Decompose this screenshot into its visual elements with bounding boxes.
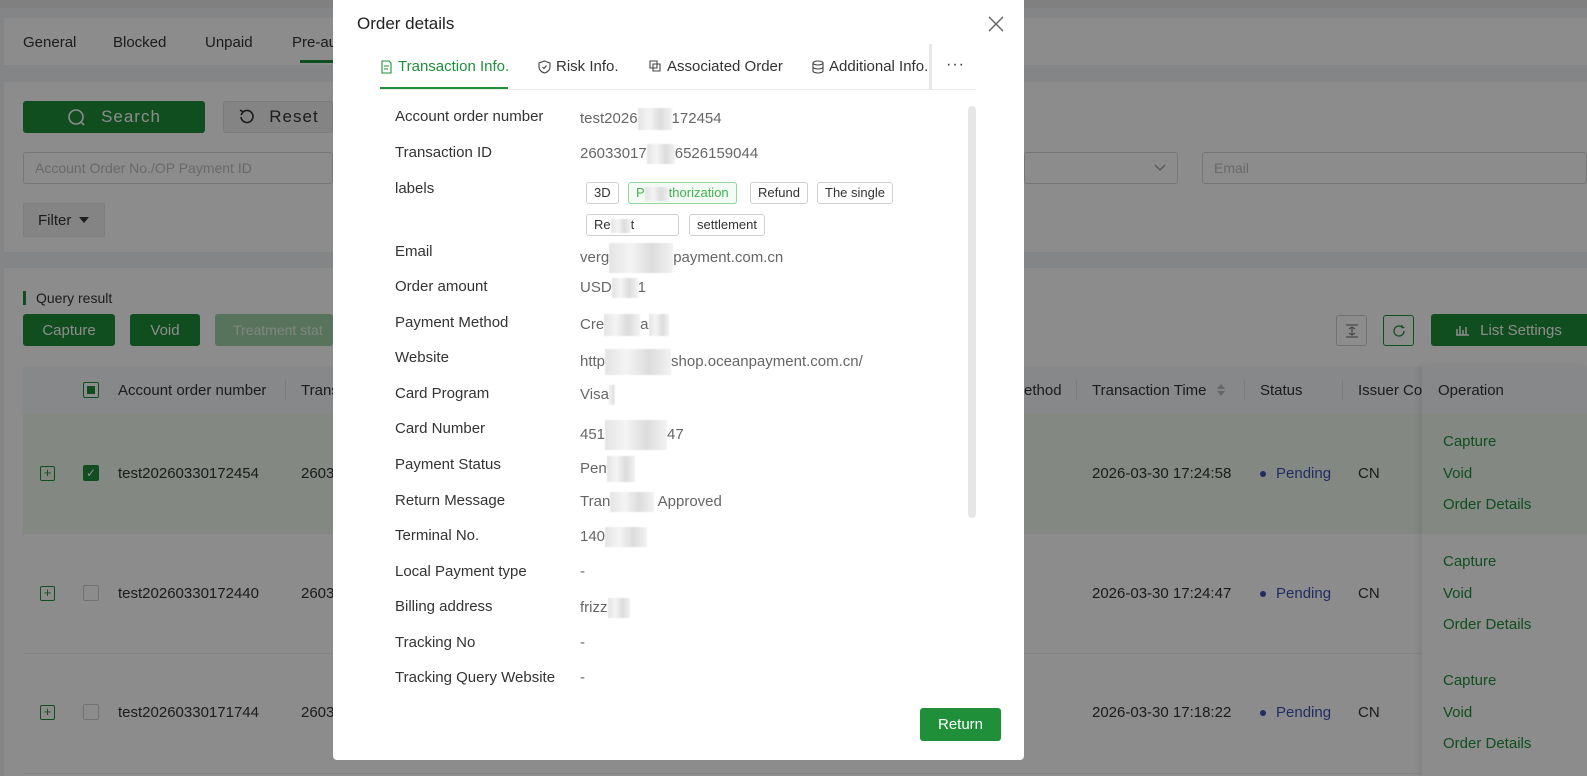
redaction-mask [610, 218, 631, 233]
tab-additional-info-label: Additional Info. [829, 58, 929, 75]
order-details-modal: Order details Transaction Info. Risk Inf… [333, 0, 1024, 760]
value-part: 47 [667, 425, 684, 443]
value-part: http [580, 352, 606, 370]
field-label: Tracking Query Website [395, 669, 556, 686]
redaction-mask [605, 420, 668, 450]
field-value: Pen [580, 456, 635, 482]
label-tag-the-single: The single [817, 182, 893, 204]
redaction-mask [637, 108, 672, 130]
value-part: 26033017 [580, 144, 647, 162]
tag-part: P [636, 185, 645, 200]
scrollbar[interactable] [968, 106, 976, 518]
label-tag-refund: Refund [750, 182, 808, 204]
database-icon [812, 59, 824, 74]
close-icon[interactable] [986, 14, 1006, 34]
field-label: Local Payment type [395, 563, 527, 580]
value-part: test2026 [580, 109, 638, 127]
value-part: 451 [580, 425, 606, 443]
redaction-mask [611, 278, 638, 298]
value-part: USD [580, 278, 612, 296]
value-part: Visa [580, 385, 609, 403]
field-value: 140 [580, 527, 648, 547]
field-value: http shop.oceanpayment.com.cn/ [580, 349, 863, 375]
value-part: frizz [580, 598, 608, 616]
redaction-mask [607, 598, 630, 618]
tab-scroll-shadow [929, 44, 932, 90]
copy-icon [649, 60, 661, 72]
document-icon [381, 59, 392, 74]
value-part: 172454 [671, 109, 722, 127]
field-value: Cre a [580, 314, 669, 336]
field-label: Return Message [395, 492, 506, 509]
field-label: Email [395, 243, 433, 260]
tab-transaction-info[interactable]: Transaction Info. [380, 58, 509, 75]
redaction-mask [644, 186, 669, 201]
redaction-mask [648, 314, 669, 336]
tab-associated-order-label: Associated Order [667, 58, 783, 75]
redaction-mask [604, 314, 641, 336]
label-tag-settlement: settlement [689, 214, 765, 236]
field-label: Payment Status [395, 456, 501, 473]
field-label: Transaction ID [395, 144, 492, 161]
redaction-mask [646, 144, 675, 164]
value-part: 140 [580, 527, 606, 545]
label-tag-redacted: Re t [586, 214, 679, 236]
value-part: shop.oceanpayment.com.cn/ [671, 352, 863, 370]
redaction-mask [609, 243, 674, 273]
value-part: a [640, 315, 649, 333]
modal-title: Order details [357, 14, 455, 33]
field-value: 26033017 6526159044 [580, 144, 758, 164]
shield-icon [538, 59, 551, 74]
field-value: verg payment.com.cn [580, 243, 783, 273]
field-label: Website [395, 349, 449, 366]
tag-part: t [630, 217, 635, 232]
field-label: Card Program [395, 385, 490, 402]
field-label: Tracking No [395, 634, 476, 651]
tag-part: thorization [668, 185, 729, 200]
active-tab-indicator [380, 87, 508, 89]
value-part: Cre [580, 315, 605, 333]
redaction-mask [606, 456, 635, 482]
tab-associated-order[interactable]: Associated Order [649, 58, 783, 75]
tab-risk-info[interactable]: Risk Info. [538, 58, 619, 75]
field-label: labels [395, 180, 435, 197]
tab-risk-info-label: Risk Info. [556, 58, 619, 75]
redaction-mask [605, 349, 672, 375]
field-label: Terminal No. [395, 527, 480, 544]
redaction-mask [608, 385, 615, 405]
field-value: USD 1 [580, 278, 646, 298]
value-part: 6526159044 [674, 144, 759, 162]
field-value: Tran Approved [580, 492, 722, 512]
value-part: Approved [657, 492, 722, 510]
field-value: Visa [580, 385, 615, 405]
field-label: Card Number [395, 420, 486, 437]
field-value: - [580, 669, 585, 686]
tab-transaction-info-label: Transaction Info. [398, 58, 510, 75]
field-label: Order amount [395, 278, 488, 295]
field-label: Payment Method [395, 314, 509, 331]
value-part: verg [580, 248, 610, 266]
more-tabs-button[interactable]: ··· [946, 56, 965, 74]
field-value: - [580, 634, 585, 651]
value-part: Tran [580, 492, 611, 510]
tab-additional-info[interactable]: Additional Info. [812, 58, 928, 75]
field-label: Account order number [395, 108, 544, 125]
field-label: Billing address [395, 598, 493, 615]
value-part: payment.com.cn [673, 248, 784, 266]
value-part: Pen [580, 459, 607, 477]
label-tag-3d: 3D [586, 182, 619, 204]
field-value: test2026 172454 [580, 108, 722, 130]
return-button[interactable]: Return [920, 708, 1001, 741]
field-value: 451 47 [580, 420, 684, 450]
value-part: 1 [637, 278, 647, 296]
tabs-divider [380, 89, 976, 90]
field-value: frizz [580, 598, 630, 618]
redaction-mask [610, 492, 655, 512]
redaction-mask [605, 527, 648, 547]
field-value: - [580, 563, 585, 580]
tag-part: Re [594, 217, 611, 232]
label-tag-pre-authorization: Pthorization [628, 182, 737, 204]
